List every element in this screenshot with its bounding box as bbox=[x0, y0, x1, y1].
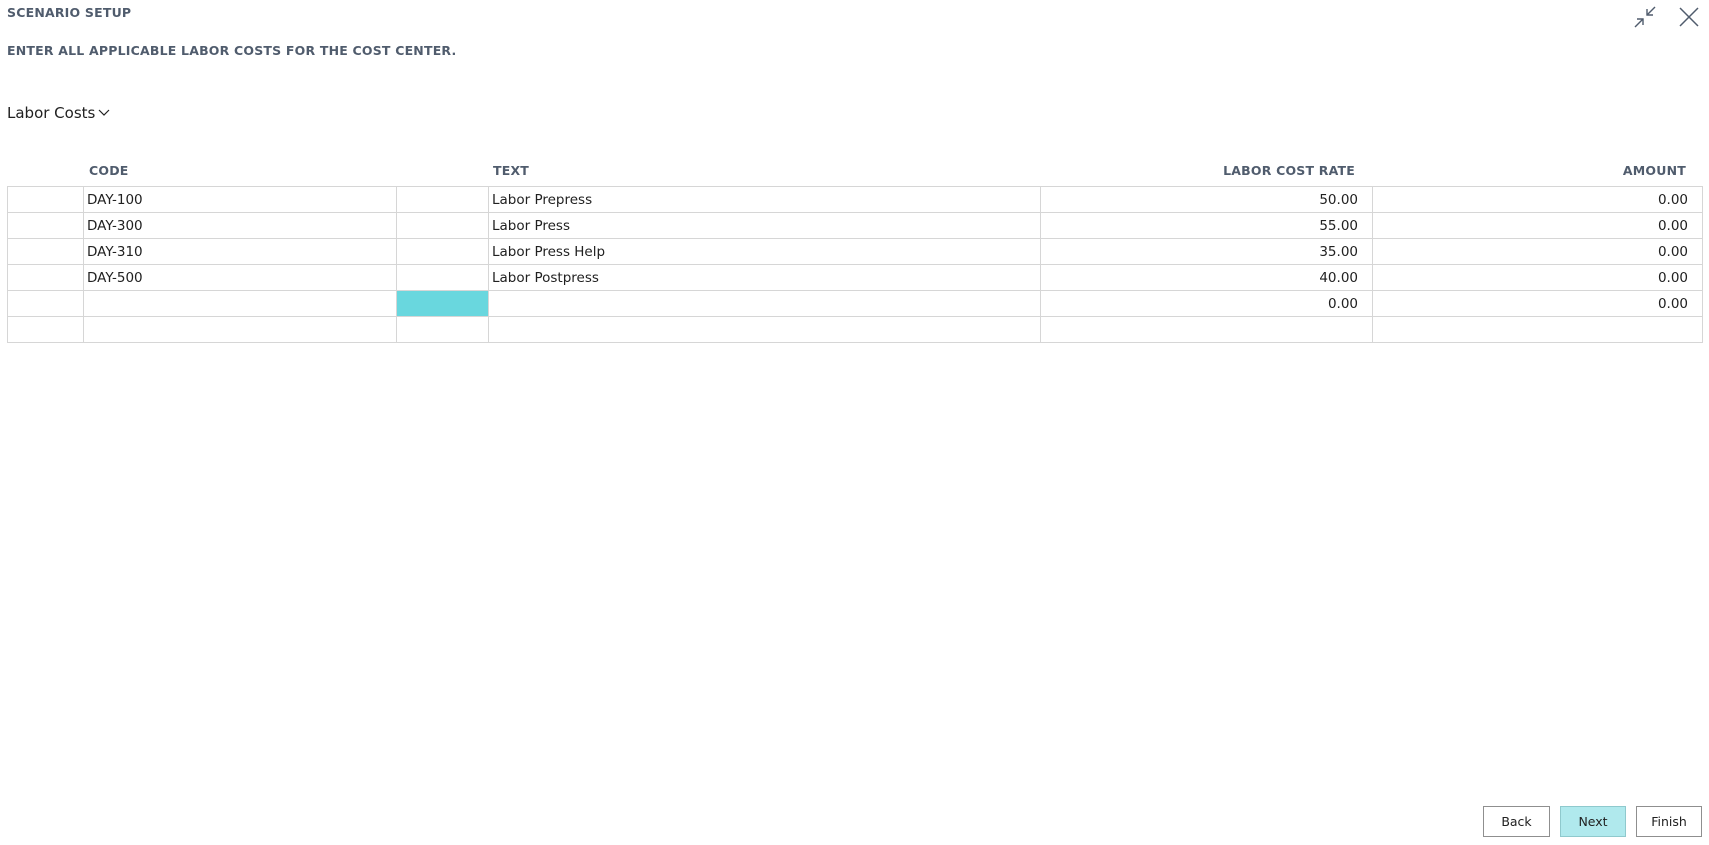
lookup-cell[interactable] bbox=[396, 238, 489, 265]
row-selector[interactable] bbox=[7, 238, 84, 265]
table-row[interactable]: 0.00 0.00 bbox=[7, 290, 1703, 317]
code-cell[interactable]: DAY-300 bbox=[83, 212, 397, 239]
close-icon[interactable] bbox=[1676, 4, 1702, 30]
collapse-arrows-icon[interactable] bbox=[1632, 4, 1658, 30]
chevron-down-icon bbox=[97, 106, 111, 120]
row-selector[interactable] bbox=[7, 186, 84, 213]
code-cell[interactable]: DAY-500 bbox=[83, 264, 397, 291]
labor-cost-rate-cell[interactable] bbox=[1040, 316, 1373, 343]
column-header-amount[interactable]: AMOUNT bbox=[1623, 163, 1686, 178]
text-cell[interactable]: Labor Postpress bbox=[488, 264, 1041, 291]
text-cell[interactable]: Labor Press bbox=[488, 212, 1041, 239]
text-cell[interactable] bbox=[488, 290, 1041, 317]
amount-cell[interactable]: 0.00 bbox=[1372, 212, 1703, 239]
active-cell[interactable] bbox=[396, 290, 489, 317]
row-selector[interactable] bbox=[7, 212, 84, 239]
page-instructions: ENTER ALL APPLICABLE LABOR COSTS FOR THE… bbox=[7, 43, 457, 58]
amount-cell[interactable] bbox=[1372, 316, 1703, 343]
finish-button[interactable]: Finish bbox=[1636, 806, 1702, 837]
lookup-cell[interactable] bbox=[396, 316, 489, 343]
row-selector[interactable] bbox=[7, 290, 84, 317]
labor-cost-rate-cell[interactable]: 0.00 bbox=[1040, 290, 1373, 317]
table-row[interactable]: DAY-310 Labor Press Help 35.00 0.00 bbox=[7, 238, 1703, 265]
labor-cost-rate-cell[interactable]: 40.00 bbox=[1040, 264, 1373, 291]
back-button[interactable]: Back bbox=[1483, 806, 1550, 837]
lookup-cell[interactable] bbox=[396, 186, 489, 213]
page-title: SCENARIO SETUP bbox=[7, 5, 132, 20]
column-header-labor-cost-rate[interactable]: LABOR COST RATE bbox=[1223, 163, 1355, 178]
row-selector[interactable] bbox=[7, 316, 84, 343]
labor-costs-grid: DAY-100 Labor Prepress 50.00 0.00 DAY-30… bbox=[7, 186, 1703, 343]
code-cell[interactable] bbox=[83, 290, 397, 317]
section-labor-costs[interactable]: Labor Costs bbox=[7, 104, 111, 122]
text-cell[interactable]: Labor Press Help bbox=[488, 238, 1041, 265]
amount-cell[interactable]: 0.00 bbox=[1372, 290, 1703, 317]
code-cell[interactable] bbox=[83, 316, 397, 343]
labor-cost-rate-cell[interactable]: 35.00 bbox=[1040, 238, 1373, 265]
text-cell[interactable]: Labor Prepress bbox=[488, 186, 1041, 213]
labor-cost-rate-cell[interactable]: 55.00 bbox=[1040, 212, 1373, 239]
column-header-code[interactable]: CODE bbox=[89, 163, 129, 178]
section-label: Labor Costs bbox=[7, 104, 96, 122]
table-row[interactable] bbox=[7, 316, 1703, 343]
amount-cell[interactable]: 0.00 bbox=[1372, 238, 1703, 265]
code-cell[interactable]: DAY-100 bbox=[83, 186, 397, 213]
lookup-cell[interactable] bbox=[396, 212, 489, 239]
labor-cost-rate-cell[interactable]: 50.00 bbox=[1040, 186, 1373, 213]
table-row[interactable]: DAY-500 Labor Postpress 40.00 0.00 bbox=[7, 264, 1703, 291]
row-selector[interactable] bbox=[7, 264, 84, 291]
column-header-text[interactable]: TEXT bbox=[493, 163, 529, 178]
next-button[interactable]: Next bbox=[1560, 806, 1626, 837]
amount-cell[interactable]: 0.00 bbox=[1372, 186, 1703, 213]
amount-cell[interactable]: 0.00 bbox=[1372, 264, 1703, 291]
text-cell[interactable] bbox=[488, 316, 1041, 343]
lookup-cell[interactable] bbox=[396, 264, 489, 291]
code-cell[interactable]: DAY-310 bbox=[83, 238, 397, 265]
table-row[interactable]: DAY-100 Labor Prepress 50.00 0.00 bbox=[7, 186, 1703, 213]
table-row[interactable]: DAY-300 Labor Press 55.00 0.00 bbox=[7, 212, 1703, 239]
